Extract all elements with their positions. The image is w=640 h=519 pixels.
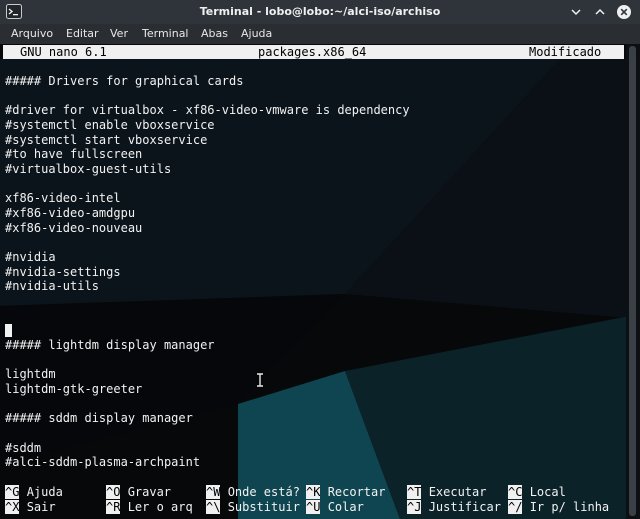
shortcut-sair[interactable]: ^X Sair [5,500,56,515]
shortcut-ler-o-arq[interactable]: ^R Ler o arq [106,500,193,515]
shortcut-local[interactable]: ^C Local [508,485,566,500]
file-line: #nvidia [5,250,56,264]
menu-ajuda[interactable]: Ajuda [241,27,272,40]
file-line: ##### sddm display manager [5,411,193,425]
terminal-window: Terminal - lobo@lobo:~/alci-iso/archiso … [0,0,640,519]
file-line: #nvidia-utils [5,279,99,293]
shortcut-ir-p-linha[interactable]: ^/ Ir p/ linha [508,500,609,515]
shortcut-onde-esta[interactable]: ^W Onde está? [206,485,300,500]
menu-arquivo[interactable]: Arquivo [11,27,53,40]
file-line: #to have fullscreen [5,147,143,161]
title-bar[interactable]: Terminal - lobo@lobo:~/alci-iso/archiso [0,0,640,24]
file-line: #xf86-video-nouveau [5,221,143,235]
nano-header: GNU nano 6.1 packages.x86_64 Modificado [3,45,624,59]
shortcut-justificar[interactable]: ^J Justificar [407,500,501,515]
scrollbar[interactable] [626,44,640,519]
close-icon[interactable] [616,4,632,20]
menu-ver[interactable]: Ver [110,27,128,40]
nano-status: Modificado [529,45,602,59]
file-line: #nvidia-settings [5,265,121,279]
file-line: ##### lightdm display manager [5,338,215,352]
file-line: #alci-sddm-plasma-archpaint [5,455,201,469]
window-title: Terminal - lobo@lobo:~/alci-iso/archiso [199,5,441,18]
file-line: #xf86-video-amdgpu [5,206,136,220]
file-line: ##### Drivers for graphical cards [5,74,244,88]
menu-abas[interactable]: Abas [201,27,228,40]
text-cursor [5,324,12,337]
file-line: xf86-video-intel [5,191,121,205]
file-line: #driver for virtualbox - xf86-video-vmwa… [5,103,410,117]
file-line: #sddm [5,441,42,455]
shortcut-colar[interactable]: ^U Colar [306,500,364,515]
file-content[interactable]: ##### Drivers for graphical cards #drive… [5,44,410,469]
chevron-up-icon[interactable] [592,4,608,20]
file-line: lightdm [5,367,56,381]
menu-bar: Arquivo Editar Ver Terminal Abas Ajuda [0,24,640,44]
terminal-area[interactable]: GNU nano 6.1 packages.x86_64 Modificado … [0,44,640,519]
shortcut-recortar[interactable]: ^K Recortar [306,485,385,500]
file-line: #virtualbox-guest-utils [5,162,172,176]
scrollbar-thumb[interactable] [629,46,636,516]
file-line: #systemctl start vboxservice [5,133,208,147]
shortcut-executar[interactable]: ^T Executar [407,485,486,500]
file-line: #systemctl enable vboxservice [5,118,215,132]
file-line: lightdm-gtk-greeter [5,382,143,396]
menu-editar[interactable]: Editar [66,27,99,40]
nano-filename: packages.x86_64 [258,45,367,59]
shortcut-substituir[interactable]: ^\ Substituir [206,500,300,515]
text-cursor-icon [257,373,263,387]
shortcut-gravar[interactable]: ^O Gravar [106,485,171,500]
menu-terminal[interactable]: Terminal [142,27,189,40]
chevron-down-icon[interactable] [568,4,584,20]
shortcut-ajuda[interactable]: ^G Ajuda [5,485,63,500]
